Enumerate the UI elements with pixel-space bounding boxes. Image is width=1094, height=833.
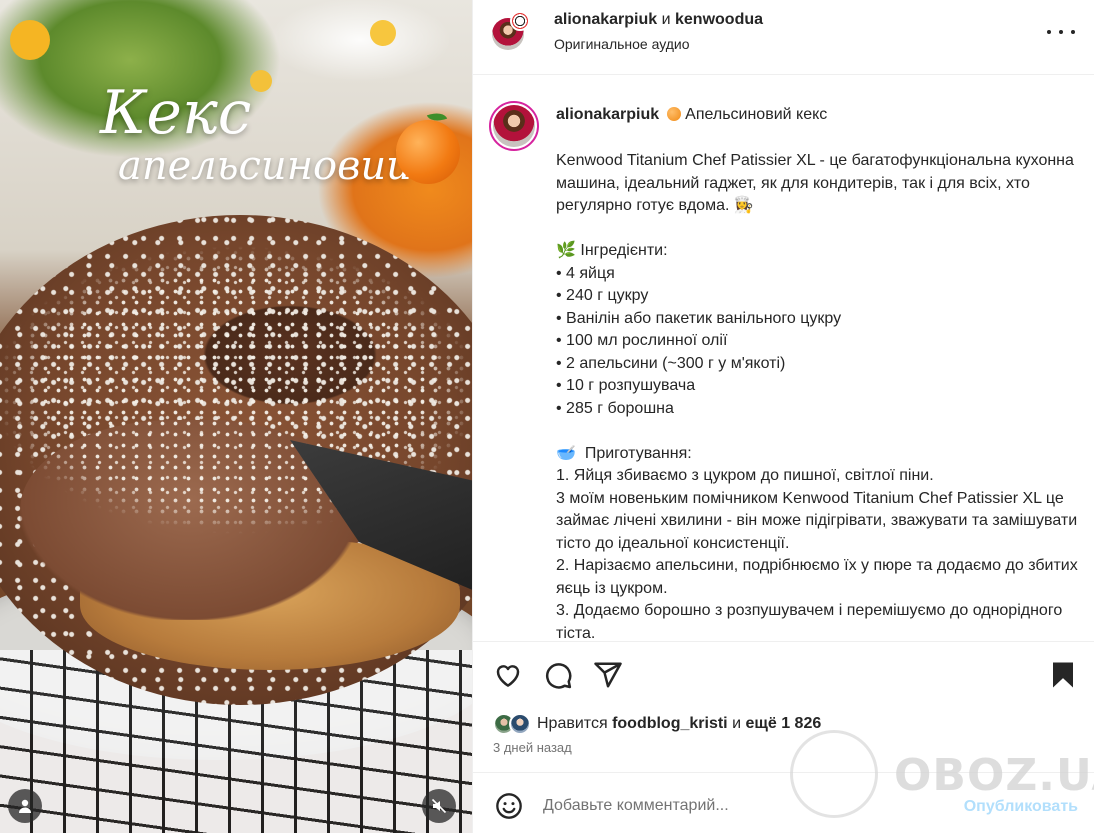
author-username[interactable]: alionakarpiuk (554, 11, 657, 28)
user-tag-icon (19, 799, 31, 813)
post-time[interactable]: 3 дней назад (493, 740, 572, 755)
likes-prefix: Нравится (537, 715, 608, 732)
caption-title: Апельсиновий кекс (685, 106, 828, 123)
caption-text: Kenwood Titanium Chef Patissier XL - це … (556, 152, 1078, 641)
liker-username[interactable]: foodblog_kristi (612, 715, 728, 732)
kenwood-avatar[interactable] (510, 11, 530, 31)
post-panel: alionakarpiuk и kenwoodua Оригинальное а… (472, 0, 1094, 833)
media-title-line1: Кекс (100, 78, 252, 148)
watermark-globe-icon (790, 730, 878, 818)
mute-button[interactable] (422, 789, 456, 823)
watermark: OBOZ.UA (790, 730, 1094, 820)
authors-joiner: и (661, 11, 671, 28)
heart-icon[interactable] (493, 660, 523, 690)
post-header: alionakarpiuk и kenwoodua Оригинальное а… (473, 0, 1094, 75)
orange-icon (396, 120, 460, 184)
orange-icon (667, 107, 682, 121)
emoji-icon[interactable] (495, 792, 523, 820)
share-icon[interactable] (593, 660, 623, 690)
likes-text: Нравится foodblog_kristi и ещё 1 826 (537, 715, 821, 733)
more-icon (1047, 30, 1051, 34)
bookmark-icon[interactable] (1048, 660, 1078, 690)
liker-avatar (509, 713, 531, 735)
post-media[interactable]: Кекс апельсиновий (0, 0, 472, 833)
muted-icon (431, 798, 447, 814)
caption-header: alionakarpiuk Апельсиновий кекс (556, 106, 827, 124)
more-options-button[interactable] (1047, 22, 1075, 42)
action-bar (473, 641, 1094, 709)
likes-joiner: и (732, 715, 742, 732)
post-authors: alionakarpiuk и kenwoodua (554, 11, 763, 29)
user-tag-button[interactable] (8, 789, 42, 823)
coauthor-username[interactable]: kenwoodua (675, 11, 763, 28)
caption-username[interactable]: alionakarpiuk (556, 106, 659, 123)
media-title-line2: апельсиновий (118, 143, 412, 189)
caption-area: alionakarpiuk Апельсиновий кекс Kenwood T… (473, 76, 1094, 641)
likes-summary: Нравится foodblog_kristi и ещё 1 826 (493, 711, 821, 737)
watermark-text: OBOZ.UA (894, 750, 1094, 801)
media-overlay-title: Кекс апельсиновий (70, 80, 430, 186)
caption-avatar[interactable] (493, 105, 535, 147)
audio-label[interactable]: Оригинальное аудио (554, 36, 690, 52)
comment-icon[interactable] (543, 660, 573, 690)
